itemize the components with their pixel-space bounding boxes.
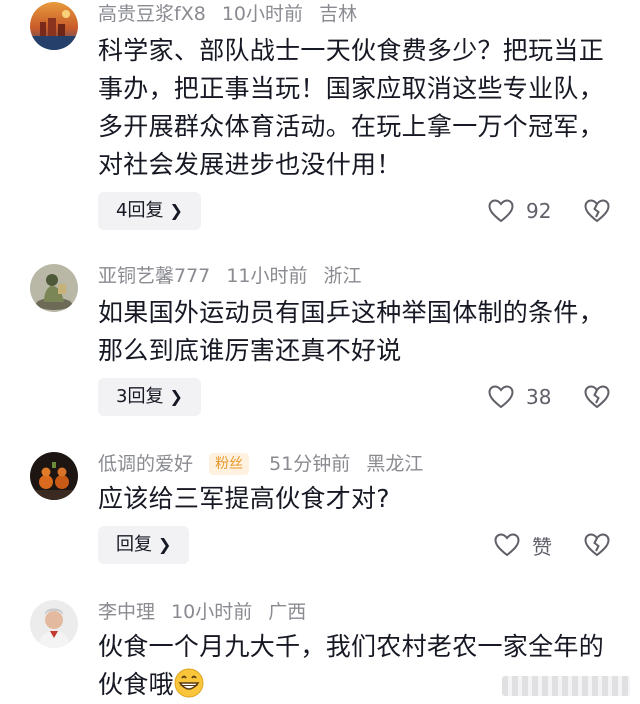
comment-item: 亚铜艺馨777 11小时前 浙江 如果国外运动员有国乒这种举国体制的条件，那么到… [0, 260, 640, 430]
comment-meta: 低调的爱好 粉丝 51分钟前 黑龙江 [98, 452, 433, 476]
like-button[interactable]: 38 [488, 378, 551, 416]
comment-meta: 高贵豆浆fX8 10小时前 吉林 [98, 2, 367, 26]
username[interactable]: 低调的爱好 [98, 453, 193, 475]
like-button[interactable]: 92 [488, 192, 551, 230]
comment-time: 11小时前 [226, 265, 308, 287]
dislike-button[interactable] [584, 526, 610, 564]
comment-location: 浙江 [323, 265, 362, 287]
comment-time: 51分钟前 [269, 453, 351, 475]
comment-item: 低调的爱好 粉丝 51分钟前 黑龙江 应该给三军提高伙食才对? 回复 ❯ 赞 [0, 448, 640, 578]
heart-icon [488, 385, 514, 409]
avatar-person-icon [30, 600, 78, 648]
reply-label: 回复 [116, 534, 152, 555]
like-count: 92 [526, 199, 552, 223]
broken-heart-icon [584, 385, 610, 409]
like-button[interactable]: 赞 [494, 526, 552, 564]
grinning-face-emoji-icon [174, 668, 204, 698]
heart-icon [488, 199, 514, 223]
comment-text: 科学家、部队战士一天伙食费多少？把玩当正事办，把正事当玩！国家应取消这些专业队，… [98, 36, 605, 179]
user-avatar[interactable] [30, 264, 78, 312]
broken-heart-icon [584, 199, 610, 223]
avatar-landscape-icon [30, 2, 78, 50]
comment-text: 应该给三军提高伙食才对? [98, 484, 390, 513]
user-avatar[interactable] [30, 600, 78, 648]
broken-heart-icon [584, 533, 610, 557]
username[interactable]: 高贵豆浆fX8 [98, 3, 206, 25]
avatar-gourds-icon [30, 452, 78, 500]
like-count: 38 [526, 385, 552, 409]
reply-button[interactable]: 3回复 ❯ [98, 378, 201, 416]
user-avatar[interactable] [30, 452, 78, 500]
fan-badge: 粉丝 [209, 453, 250, 475]
blurred-watermark [502, 676, 630, 696]
comment-time: 10小时前 [171, 601, 253, 623]
comment-location: 黑龙江 [366, 453, 424, 475]
reply-button[interactable]: 4回复 ❯ [98, 192, 201, 230]
user-avatar[interactable] [30, 2, 78, 50]
comment-location: 吉林 [319, 3, 358, 25]
username[interactable]: 李中理 [98, 601, 155, 623]
reply-button[interactable]: 回复 ❯ [98, 526, 190, 564]
dislike-button[interactable] [584, 192, 610, 230]
comment-time: 10小时前 [221, 3, 304, 25]
comment-location: 广西 [268, 601, 307, 623]
chevron-right-icon: ❯ [158, 535, 172, 554]
dislike-button[interactable] [584, 378, 610, 416]
chevron-right-icon: ❯ [169, 387, 183, 406]
username[interactable]: 亚铜艺馨777 [98, 265, 210, 287]
avatar-figurine-icon [30, 264, 78, 312]
heart-icon [494, 533, 520, 557]
comment-item: 高贵豆浆fX8 10小时前 吉林 科学家、部队战士一天伙食费多少？把玩当正事办，… [0, 0, 640, 240]
comment-meta: 李中理 10小时前 广西 [98, 600, 316, 624]
like-label: 赞 [532, 534, 552, 559]
comment-text: 如果国外运动员有国乒这种举国体制的条件，那么到底谁厉害还真不好说 [98, 298, 605, 365]
chevron-right-icon: ❯ [169, 201, 183, 220]
reply-label: 4回复 [116, 200, 164, 221]
comment-meta: 亚铜艺馨777 11小时前 浙江 [98, 264, 372, 288]
reply-label: 3回复 [116, 386, 164, 407]
